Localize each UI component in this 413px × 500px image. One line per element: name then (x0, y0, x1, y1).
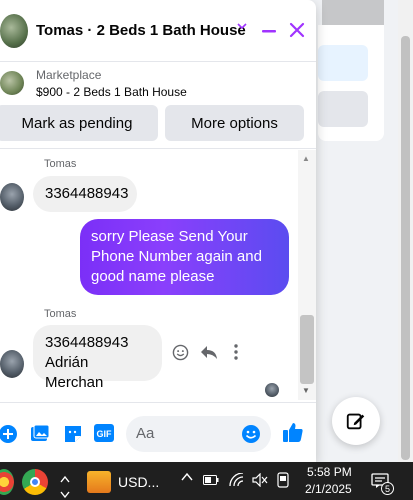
incoming-message[interactable]: 3364488943 (33, 176, 137, 212)
photo-icon[interactable] (30, 424, 50, 444)
background-button-secondary (318, 91, 368, 127)
taskbar-chevron-down-icon[interactable] (60, 488, 70, 500)
sticker-icon[interactable] (63, 424, 83, 444)
message-input[interactable]: Aa (126, 416, 271, 452)
mark-as-pending-button[interactable]: Mark as pending (0, 105, 158, 141)
more-icon[interactable] (234, 344, 238, 360)
seen-indicator-avatar (265, 383, 279, 397)
listing-avatar (0, 13, 28, 48)
new-message-button[interactable] (332, 397, 380, 445)
message-line: 3364488943 (45, 334, 129, 351)
listing-actions: Mark as pending More options (0, 105, 316, 141)
chat-window: Tomas · 2 Beds 1 Bath House Marketplace … (0, 0, 316, 462)
scroll-up-arrow-icon[interactable]: ▲ (302, 154, 310, 163)
plus-circle-icon[interactable] (0, 424, 18, 444)
avatar[interactable] (0, 350, 24, 378)
currency-app-icon[interactable] (87, 471, 111, 493)
background-header (322, 0, 384, 25)
chat-header[interactable]: Tomas · 2 Beds 1 Bath House (0, 0, 316, 62)
chevron-down-icon[interactable] (236, 20, 248, 32)
compose-icon (346, 413, 365, 430)
close-icon[interactable] (289, 22, 305, 38)
chat-title[interactable]: Tomas · 2 Beds 1 Bath House (36, 22, 246, 39)
chrome-icon[interactable] (22, 469, 48, 495)
thread-scrollbar-thumb[interactable] (300, 315, 314, 384)
like-icon[interactable] (282, 421, 304, 443)
message-thread: Tomas 3364488943 sorry Please Send Your … (0, 150, 298, 400)
minimize-icon[interactable] (261, 23, 277, 39)
emoji-icon[interactable] (172, 344, 189, 361)
taskbar-app-icon[interactable] (0, 469, 14, 495)
message-line: Adrián Merchan (45, 354, 104, 391)
incoming-message[interactable]: 3364488943 Adrián Merchan (33, 325, 162, 391)
listing-description: $900 - 2 Beds 1 Bath House (36, 84, 187, 99)
gif-icon[interactable]: GIF (94, 424, 114, 442)
sender-name: Tomas (44, 158, 77, 170)
listing-summary[interactable]: Marketplace $900 - 2 Beds 1 Bath House (0, 62, 316, 104)
scroll-down-arrow-icon[interactable]: ▼ (302, 386, 310, 395)
taskbar-app-label[interactable]: USD... (118, 474, 159, 490)
clock-date[interactable]: 2/1/2025 (305, 482, 352, 496)
taskbar-chevron-up-icon[interactable] (60, 472, 70, 486)
listing-thumbnail (0, 71, 24, 95)
notification-count-badge: 5 (381, 482, 394, 495)
sender-name: Tomas (44, 308, 77, 320)
device-icon[interactable] (277, 472, 289, 488)
emoji-icon[interactable] (241, 424, 261, 449)
svg-text:GIF: GIF (97, 429, 113, 439)
page-scrollbar-thumb[interactable] (401, 36, 410, 460)
more-options-button[interactable]: More options (165, 105, 304, 141)
battery-icon[interactable] (203, 475, 219, 485)
divider (0, 148, 316, 149)
taskbar: USD... 5:58 PM 2/1/2025 5 (0, 462, 413, 500)
avatar[interactable] (0, 183, 24, 211)
reply-icon[interactable] (200, 344, 218, 360)
listing-source: Marketplace (36, 67, 102, 82)
message-input-placeholder: Aa (136, 425, 155, 442)
clock-time[interactable]: 5:58 PM (307, 465, 352, 479)
show-hidden-icons-icon[interactable] (181, 472, 193, 482)
background-button-primary (318, 45, 368, 81)
outgoing-message[interactable]: sorry Please Send Your Phone Number agai… (80, 219, 289, 295)
message-composer: GIF Aa (0, 402, 316, 462)
wifi-icon[interactable] (229, 473, 245, 487)
volume-muted-icon[interactable] (252, 473, 268, 487)
